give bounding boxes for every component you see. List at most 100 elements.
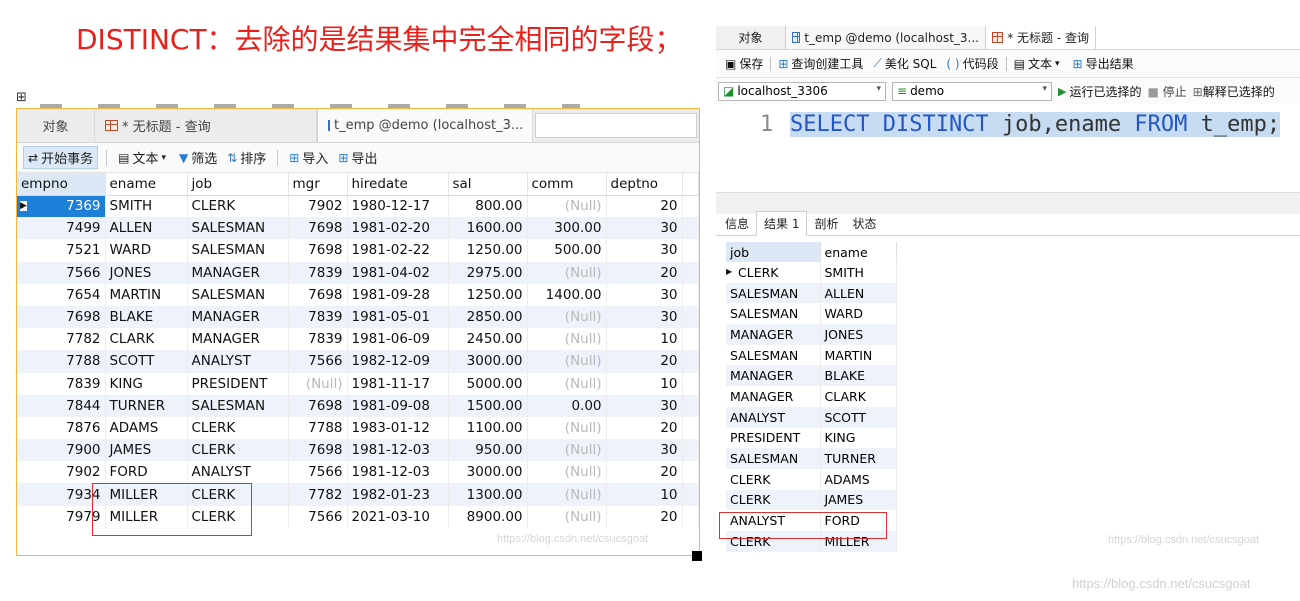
table-cell[interactable]: CLERK: [187, 483, 289, 506]
text-button[interactable]: ▤ 文本 ▾: [1009, 55, 1068, 72]
move-handle-icon[interactable]: ⊞: [16, 90, 27, 105]
table-cell[interactable]: 7499: [17, 217, 106, 240]
table-cell[interactable]: PRESIDENT: [726, 427, 821, 449]
table-cell[interactable]: 1981-09-08: [347, 394, 449, 417]
table-row[interactable]: CLERK JAMES: [726, 489, 897, 511]
table-cell[interactable]: (Null): [288, 372, 348, 395]
table-cell[interactable]: 7979: [17, 505, 106, 528]
table-cell[interactable]: MANAGER: [187, 328, 289, 351]
table-cell[interactable]: 1982-01-23: [347, 483, 449, 506]
table-cell[interactable]: 20: [606, 461, 683, 484]
table-cell[interactable]: 7566: [288, 461, 348, 484]
table-cell[interactable]: SALESMAN: [187, 394, 289, 417]
tab-info[interactable]: 信息: [718, 212, 756, 235]
table-cell[interactable]: 10: [606, 372, 683, 395]
tab-untitled-query[interactable]: * 无标题 - 查询: [95, 109, 317, 142]
beautify-sql-button[interactable]: ⟋ 美化 SQL: [868, 55, 941, 72]
table-cell[interactable]: MANAGER: [726, 386, 821, 407]
tab-result-1[interactable]: 结果 1: [756, 211, 808, 236]
table-cell[interactable]: 2975.00: [448, 261, 528, 284]
table-cell[interactable]: 0.00: [527, 394, 607, 417]
table-row[interactable]: CLERK ▶ SMITH: [726, 262, 897, 283]
table-cell[interactable]: 7839: [288, 305, 348, 329]
table-row[interactable]: SALESMAN ALLEN: [726, 282, 897, 304]
table-row[interactable]: 7900 JAMES CLERK 7698 1981-12-03 950.00 (Null)…: [17, 439, 699, 462]
table-cell[interactable]: CLERK: [187, 505, 289, 528]
database-select[interactable]: ≡ demo ▾: [892, 81, 1052, 101]
table-cell[interactable]: ANALYST: [726, 406, 821, 428]
column-header[interactable]: job: [726, 242, 821, 262]
filter-button[interactable]: ▼ 筛选: [176, 148, 220, 168]
table-cell[interactable]: 1981-04-02: [347, 261, 449, 284]
tab-objects[interactable]: 对象: [716, 26, 786, 49]
table-row[interactable]: CLERK MILLER: [726, 530, 897, 552]
table-row[interactable]: PRESIDENT KING: [726, 427, 897, 449]
table-row[interactable]: MANAGER CLARK: [726, 386, 897, 407]
table-cell[interactable]: 20: [606, 195, 683, 218]
table-cell[interactable]: 20: [606, 350, 683, 373]
table-cell[interactable]: BLAKE: [820, 365, 897, 387]
table-cell[interactable]: 20: [606, 416, 683, 440]
table-cell[interactable]: 7934: [17, 483, 106, 506]
tab-profile[interactable]: 剖析: [807, 212, 845, 235]
table-cell[interactable]: CLERK: [187, 439, 289, 462]
table-cell[interactable]: SCOTT: [820, 406, 897, 428]
table-cell[interactable]: TURNER: [820, 448, 897, 469]
table-cell[interactable]: 1981-09-28: [347, 283, 449, 306]
table-cell[interactable]: (Null): [527, 461, 607, 484]
table-cell[interactable]: 10: [606, 483, 683, 506]
table-cell[interactable]: 1981-02-20: [347, 217, 449, 240]
table-row[interactable]: SALESMAN MARTIN: [726, 344, 897, 366]
table-cell[interactable]: 30: [606, 239, 683, 262]
table-cell[interactable]: CLERK: [726, 468, 821, 490]
table-cell[interactable]: MILLER: [105, 505, 188, 528]
table-cell[interactable]: WARD: [820, 303, 897, 325]
tab-untitled-query[interactable]: * 无标题 - 查询: [986, 26, 1096, 49]
table-cell[interactable]: ALLEN: [105, 217, 188, 240]
table-cell[interactable]: (Null): [527, 261, 607, 284]
table-row[interactable]: ANALYST FORD: [726, 510, 897, 531]
table-cell[interactable]: (Null): [527, 483, 607, 506]
table-cell[interactable]: 30: [606, 439, 683, 462]
table-cell[interactable]: FORD: [820, 510, 897, 531]
table-cell[interactable]: MANAGER: [726, 324, 821, 345]
table-row[interactable]: SALESMAN TURNER: [726, 448, 897, 469]
table-cell[interactable]: 10: [606, 328, 683, 351]
table-cell[interactable]: ADAMS: [820, 468, 897, 490]
table-cell[interactable]: MARTIN: [105, 283, 188, 306]
table-cell[interactable]: 7839: [288, 328, 348, 351]
table-cell[interactable]: BLAKE: [105, 305, 188, 329]
table-cell[interactable]: (Null): [527, 372, 607, 395]
save-button[interactable]: ▣ 保存: [720, 55, 768, 72]
table-cell[interactable]: WARD: [105, 239, 188, 262]
table-cell[interactable]: 7698: [288, 439, 348, 462]
table-cell[interactable]: MARTIN: [820, 344, 897, 366]
text-button[interactable]: ▤ 文本 ▾: [115, 148, 172, 168]
table-cell[interactable]: 1981-06-09: [347, 328, 449, 351]
table-cell[interactable]: 8900.00: [448, 505, 528, 528]
table-cell[interactable]: PRESIDENT: [187, 372, 289, 395]
table-cell[interactable]: 7698: [288, 394, 348, 417]
table-cell[interactable]: 7782: [17, 328, 106, 351]
table-cell[interactable]: 300.00: [527, 217, 607, 240]
table-cell[interactable]: (Null): [527, 416, 607, 440]
table-cell[interactable]: MANAGER: [187, 261, 289, 284]
table-cell[interactable]: 30: [606, 305, 683, 329]
table-row[interactable]: SALESMAN WARD: [726, 303, 897, 325]
table-cell[interactable]: 1600.00: [448, 217, 528, 240]
table-cell[interactable]: ANALYST: [187, 461, 289, 484]
table-cell[interactable]: 20: [606, 505, 683, 528]
table-cell[interactable]: ALLEN: [820, 282, 897, 304]
table-cell[interactable]: KING: [820, 427, 897, 449]
table-cell[interactable]: 7566: [288, 350, 348, 373]
table-cell[interactable]: 1250.00: [448, 239, 528, 262]
table-cell[interactable]: 1981-05-01: [347, 305, 449, 329]
column-header[interactable]: empno: [17, 173, 106, 196]
table-cell[interactable]: SALESMAN: [726, 448, 821, 469]
table-cell[interactable]: MANAGER: [726, 365, 821, 387]
table-row[interactable]: 7566 JONES MANAGER 7839 1981-04-02 2975.00 (Nu…: [17, 261, 699, 284]
table-cell[interactable]: 7698: [288, 239, 348, 262]
table-cell[interactable]: 7698: [17, 305, 106, 329]
code-snippet-button[interactable]: ( ) 代码段: [941, 55, 1003, 72]
table-cell[interactable]: 30: [606, 283, 683, 306]
